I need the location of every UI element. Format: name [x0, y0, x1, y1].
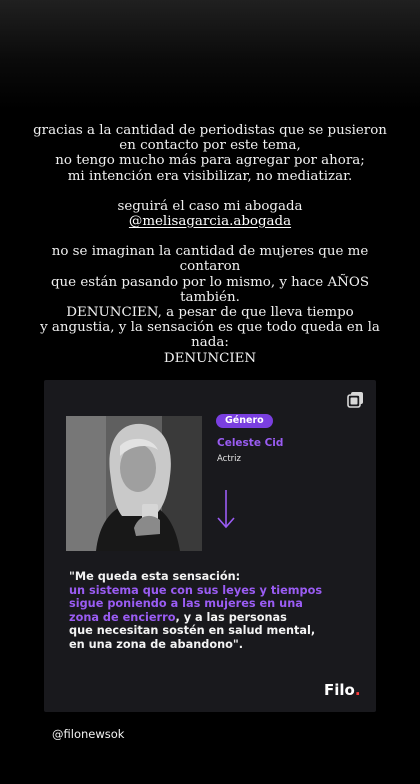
text-line: no tengo mucho más para agregar por ahor… [55, 153, 365, 169]
shared-post-card[interactable]: Género Celeste Cid Actriz "Me queda esta… [44, 380, 376, 712]
filo-logo: Filo. [324, 681, 361, 699]
text-line: que están pasando por lo mismo, y hace A… [50, 274, 369, 305]
logo-dot: . [354, 681, 361, 699]
person-name: Celeste Cid [217, 437, 284, 449]
text-line: en contacto por este tema, [119, 138, 301, 154]
quote-text: "Me queda esta sensación: un sistema que… [69, 570, 349, 652]
paragraph-denuncien: no se imaginan la cantidad de mujeres qu… [20, 244, 400, 366]
quote-line: "Me queda esta sensación: [69, 570, 241, 583]
quote-line: , y a las personas [175, 610, 287, 624]
text-line: gracias a la cantidad de periodistas que… [33, 123, 387, 138]
text-line: mi intención era visibilizar, no mediati… [67, 168, 353, 184]
quote-line: en una zona de abandono". [69, 637, 244, 651]
actress-photo [66, 416, 202, 551]
lawyer-mention-link[interactable]: @melisagarcia.abogada [129, 214, 291, 229]
text-line: DENUNCIEN, a pesar de que lleva tiempo [66, 305, 354, 321]
quote-highlight: zona de encierro [69, 610, 176, 624]
paragraph-thanks: gracias a la cantidad de periodistas que… [20, 123, 400, 184]
text-line: y angustia, y la sensación es que todo q… [40, 320, 380, 351]
copy-icon[interactable] [346, 390, 366, 410]
quote-highlight: un sistema que con sus leyes y tiempos [69, 583, 323, 597]
logo-text: Filo [324, 681, 355, 699]
text-line: no se imaginan la cantidad de mujeres qu… [51, 244, 369, 275]
top-gradient [0, 0, 420, 110]
text-line: seguirá el caso mi abogada [117, 198, 303, 214]
arrow-down-icon [217, 490, 235, 529]
person-role: Actriz [217, 454, 241, 464]
story-text: gracias a la cantidad de periodistas que… [20, 123, 400, 381]
paragraph-lawyer: seguirá el caso mi abogada @melisagarcia… [20, 199, 400, 229]
quote-line: que necesitan sostén en salud mental, [69, 624, 316, 638]
quote-highlight: sigue poniendo a las mujeres en una [69, 597, 303, 611]
text-line: DENUNCIEN [163, 350, 257, 366]
portrait-illustration [66, 416, 202, 551]
category-badge: Género [216, 414, 273, 428]
account-handle-link[interactable]: @filonewsok [52, 727, 124, 741]
